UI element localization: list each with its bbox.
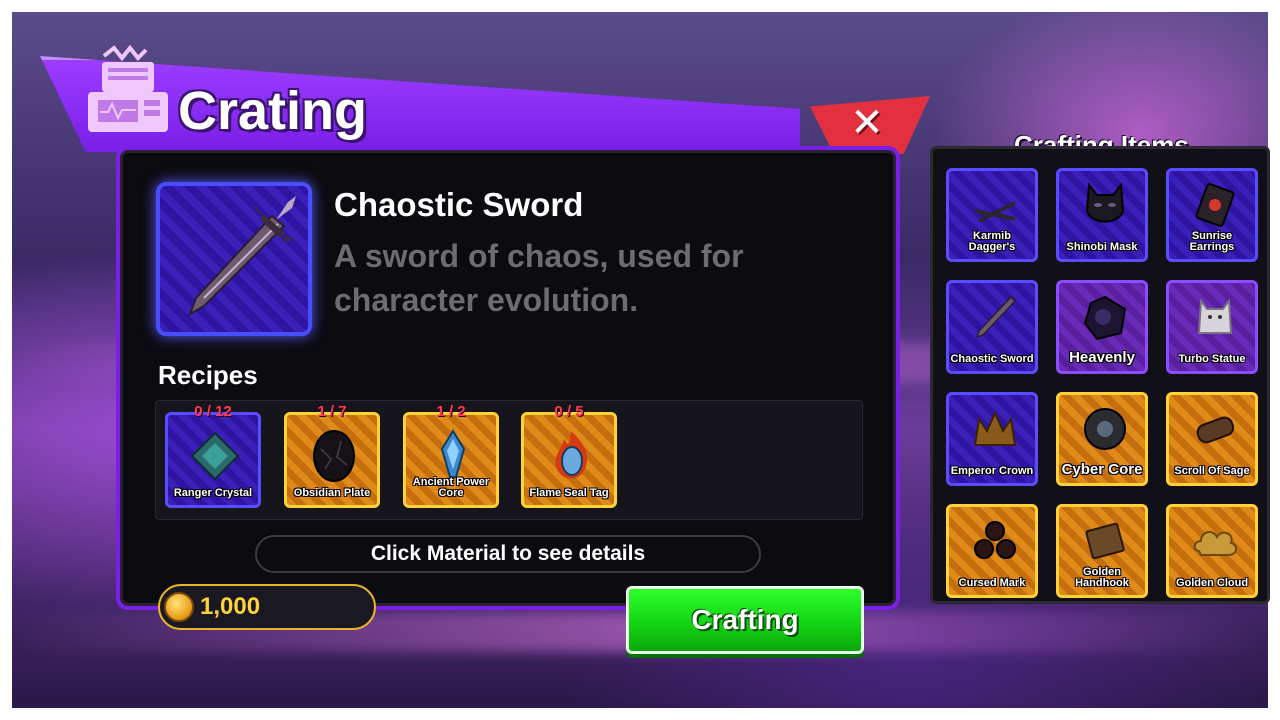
material-label: Obsidian Plate [293, 487, 371, 499]
close-icon: ✕ [850, 100, 884, 146]
craft-item-sunrise-earrings[interactable]: Sunrise Earrings [1166, 168, 1258, 262]
chaostic-sword-icon [188, 196, 296, 317]
material-label: Ancient Power Core [412, 476, 490, 499]
material-count: 0 / 5 [554, 403, 584, 420]
craft-item-shinobi-mask[interactable]: Shinobi Mask [1056, 168, 1148, 262]
material-obsidian-plate[interactable]: 1 / 7 Obsidian Plate [284, 403, 380, 508]
handhook-book-icon [1085, 522, 1125, 560]
craft-item-label: Shinobi Mask [1066, 241, 1138, 253]
cyber-core-icon [1084, 408, 1126, 450]
craft-item-label: Sunrise Earrings [1189, 230, 1235, 253]
craft-item-label: Turbo Statue [1178, 353, 1246, 365]
currency-value: 1,000 [200, 593, 261, 620]
craft-item-label: Karmib Dagger's [968, 230, 1016, 253]
material-flame-seal-tag[interactable]: 0 / 5 Flame Seal Tag [521, 403, 617, 508]
recipes-list [155, 400, 863, 520]
craft-item-label: Scroll Of Sage [1174, 465, 1250, 477]
material-count: 0 / 12 [194, 403, 232, 420]
gold-coin-icon [164, 592, 194, 622]
cursed-mark-icon [974, 521, 1016, 559]
craft-item-golden-cloud[interactable]: Golden Cloud [1166, 504, 1258, 598]
material-ranger-crystal[interactable]: 0 / 12 Ranger Crystal [165, 403, 261, 508]
craft-item-label: Emperor Crown [950, 465, 1034, 477]
craft-item-label: Cursed Mark [958, 577, 1026, 589]
selected-item-description: A sword of chaos, used for character evo… [334, 238, 744, 318]
craft-item-label: Chaostic Sword [950, 353, 1034, 365]
crystal-icon [190, 431, 240, 481]
material-ancient-power-core[interactable]: 1 / 2 Ancient Power Core [403, 403, 499, 508]
crown-icon [973, 410, 1017, 446]
craft-button[interactable]: Crafting [626, 586, 864, 654]
craft-item-heavenly[interactable]: Heavenly [1056, 280, 1148, 374]
flame-seal-icon [555, 431, 588, 479]
craft-item-chaostic-sword[interactable]: Chaostic Sword [946, 280, 1038, 374]
window-title: Crating [178, 81, 367, 141]
mask-icon [1085, 182, 1125, 223]
obsidian-plate-icon [313, 430, 355, 482]
selected-item-frame [156, 182, 312, 336]
craft-item-label: Golden Handhook [1075, 566, 1129, 589]
material-count: 1 / 2 [436, 403, 466, 420]
golden-cloud-icon [1193, 531, 1237, 556]
craft-item-cyber-core[interactable]: Cyber Core [1056, 392, 1148, 486]
craft-item-karmib-daggers[interactable]: Karmib Dagger's [946, 168, 1038, 262]
cat-statue-icon [1197, 298, 1233, 334]
craft-item-turbo-statue[interactable]: Turbo Statue [1166, 280, 1258, 374]
scroll-icon [1196, 416, 1235, 444]
material-label: Flame Seal Tag [529, 487, 609, 499]
material-label: Ranger Crystal [173, 487, 253, 499]
recipes-heading: Recipes [158, 360, 258, 390]
craft-item-cursed-mark[interactable]: Cursed Mark [946, 504, 1038, 598]
power-core-icon [440, 429, 466, 478]
material-count: 1 / 7 [317, 403, 347, 420]
craft-item-label: Heavenly [1069, 349, 1135, 366]
crafting-machine-icon [88, 44, 168, 132]
craft-item-scroll-of-sage[interactable]: Scroll Of Sage [1166, 392, 1258, 486]
craft-item-label: Golden Cloud [1175, 577, 1249, 589]
material-hint: Click Material to see details [255, 535, 761, 573]
earrings-icon [1195, 183, 1235, 227]
craft-item-golden-handhook[interactable]: Golden Handhook [1056, 504, 1148, 598]
selected-item-name: Chaostic Sword [334, 186, 584, 223]
craft-item-emperor-crown[interactable]: Emperor Crown [946, 392, 1038, 486]
heavenly-cube-icon [1083, 295, 1127, 341]
daggers-icon [974, 201, 1016, 223]
craft-item-label: Cyber Core [1061, 461, 1143, 478]
sword-icon [975, 295, 1017, 339]
